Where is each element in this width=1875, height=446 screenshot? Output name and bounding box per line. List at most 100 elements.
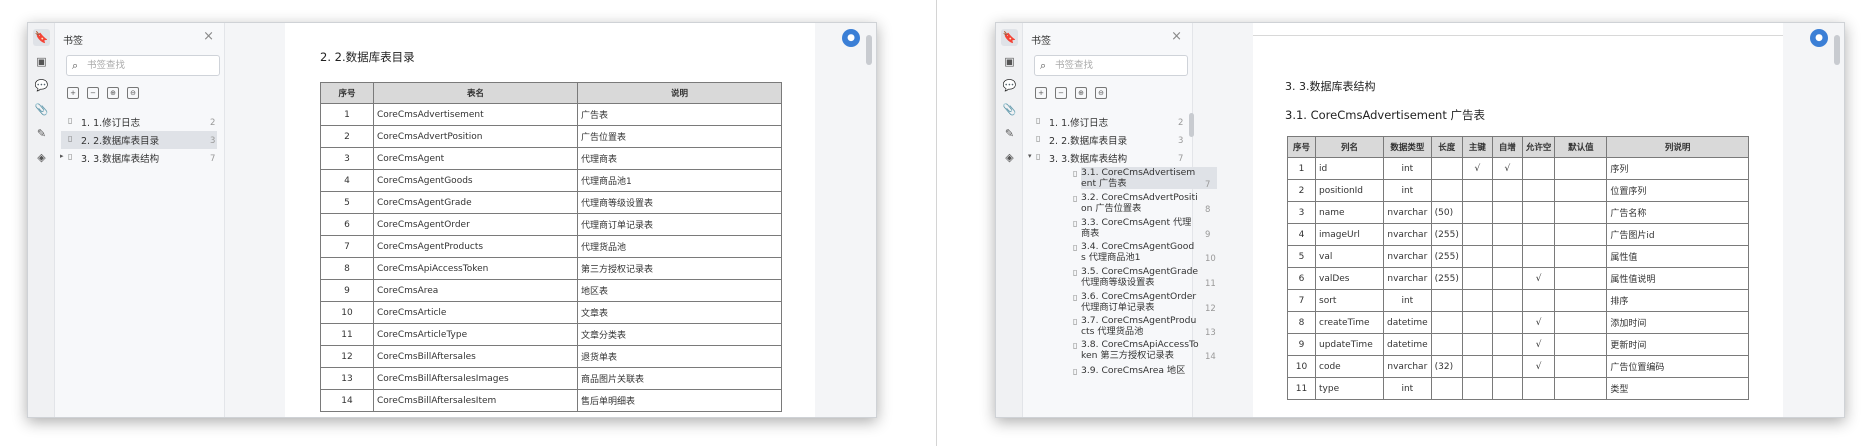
sub-bookmark-item[interactable]: ▯ 3.8. CoreCmsApiAccessToken 第三方授权记录表 14 [1073,339,1217,362]
chevron-down-icon[interactable]: ▾ [1028,152,1032,160]
page-number: 11 [1205,279,1216,289]
column-header: 允许空 [1521,136,1556,158]
bookmark-item[interactable]: ▸ ▯ 3. 3.数据库表结构 7 [60,149,217,167]
layers-icon[interactable]: ◈ [33,149,50,166]
sub-bookmark-label: 3.1. CoreCmsAdvertisement 广告表 [1081,167,1196,189]
table-row: 11 CoreCmsArticleType 文章分类表 [320,323,782,346]
sub-bookmark-item[interactable]: ▯ 3.7. CoreCmsAgentProducts 代理货品池 13 [1073,315,1217,338]
sub-bookmark-item[interactable]: ▯ 3.2. CoreCmsAdvertPosition 广告位置表 8 [1073,192,1217,215]
table-cell [1521,201,1556,224]
table-cell: nvarchar [1383,245,1432,268]
sub-bookmark-item[interactable]: ▯ 3.9. CoreCmsArea 地区 [1073,365,1217,376]
bookmark-icon[interactable]: 🔖 [1001,29,1018,46]
table-cell: id [1315,157,1384,180]
bookmark-item[interactable]: ▯ 2. 2.数据库表目录 3 [1029,131,1185,149]
scrollbar[interactable] [1834,35,1840,65]
expand-all-icon[interactable]: + [67,87,79,99]
table-cell: CoreCmsAgentProducts [373,235,578,258]
table-cell [1554,157,1608,180]
table-heading: 3.1. CoreCmsAdvertisement 广告表 [1285,108,1486,122]
table-cell: datetime [1383,311,1432,334]
comment-icon[interactable]: 💬 [1001,77,1018,94]
attachment-icon[interactable]: 📎 [1001,101,1018,118]
table-cell: 商品图片关联表 [577,367,782,390]
sub-bookmark-item[interactable]: ▯ 3.5. CoreCmsAgentGrade 代理商等级设置表 11 [1073,266,1217,289]
table-cell: int [1383,179,1432,202]
bookmark-search-input[interactable]: ⌕ 书签查找 [66,55,220,76]
delete-bookmark-icon[interactable]: ⊖ [1095,87,1107,99]
sub-bookmark-label: 3.5. CoreCmsAgentGrade 代理商等级设置表 [1081,266,1199,288]
table-cell: 10 [320,301,374,324]
table-cell [1491,377,1523,400]
close-icon[interactable]: × [203,29,214,44]
table-cell [1461,201,1493,224]
bookmark-search-input[interactable]: ⌕ 书签查找 [1034,55,1188,76]
table-cell [1554,355,1608,378]
table-cell: CoreCmsAgentGrade [373,191,578,214]
table-cell [1554,333,1608,356]
table-cell [1430,333,1463,356]
add-bookmark-icon[interactable]: ⊕ [1075,87,1087,99]
comment-icon[interactable]: 💬 [33,77,50,94]
bookmark-item-selected[interactable]: ▯ 2. 2.数据库表目录 3 [61,131,217,149]
table-cell: datetime [1383,333,1432,356]
sub-bookmark-item-selected[interactable]: ▯ 3.1. CoreCmsAdvertisement 广告表 7 [1073,167,1217,190]
attachment-icon[interactable]: 📎 [33,101,50,118]
table-cell: 6 [320,213,374,236]
bookmark-item[interactable]: ▾ ▯ 3. 3.数据库表结构 7 [1028,149,1185,167]
document-icon: ▯ [1073,219,1078,228]
signature-icon[interactable]: ✎ [33,125,50,142]
scrollbar[interactable] [866,35,872,65]
table-cell [1521,245,1556,268]
sub-bookmark-item[interactable]: ▯ 3.4. CoreCmsAgentGoods 代理商品池1 10 [1073,241,1217,264]
signature-icon[interactable]: ✎ [1001,125,1018,142]
table-cell: positionId [1315,179,1384,202]
screenshot-divider [936,0,937,446]
column-header: 列说明 [1606,136,1749,158]
table-cell: valDes [1315,267,1384,290]
collapse-all-icon[interactable]: − [87,87,99,99]
assistant-icon[interactable]: ● [842,29,860,47]
table-cell: 地区表 [577,279,782,302]
delete-bookmark-icon[interactable]: ⊖ [127,87,139,99]
table-cell: 代理商等级设置表 [577,191,782,214]
table-cell: 文章表 [577,301,782,324]
chevron-right-icon[interactable]: ▸ [60,152,64,160]
table-cell: 12 [320,345,374,368]
table-row: 5 val nvarchar (255) 属性值 [1287,245,1749,268]
table-cell [1461,179,1493,202]
collapse-all-icon[interactable]: − [1055,87,1067,99]
table-cell: CoreCmsAdvertisement [373,103,578,126]
table-cell: nvarchar [1383,201,1432,224]
thumbnail-icon[interactable]: ▣ [33,53,50,70]
table-cell: imageUrl [1315,223,1384,246]
expand-all-icon[interactable]: + [1035,87,1047,99]
column-header: 列名 [1315,136,1384,158]
panel-scrollbar[interactable] [1189,113,1194,137]
table-cell: updateTime [1315,333,1384,356]
table-cell: 13 [320,367,374,390]
table-row: 8 createTime datetime √ 添加时间 [1287,311,1749,334]
table-cell: 代理商表 [577,147,782,170]
assistant-icon[interactable]: ● [1810,29,1828,47]
sub-bookmark-item[interactable]: ▯ 3.6. CoreCmsAgentOrder 代理商订单记录表 12 [1073,291,1217,314]
bookmark-panel: 书签 × ⌕ 书签查找 + − ⊕ ⊖ ▯ 1. 1.修订日志 2 ▯ 2. 2.数据库… [1023,23,1217,417]
table-cell: 售后单明细表 [577,389,782,412]
close-icon[interactable]: × [1171,29,1182,44]
table-cell [1554,377,1608,400]
table-cell: CoreCmsArea [373,279,578,302]
bookmark-item[interactable]: ▯ 1. 1.修订日志 2 [1029,113,1185,131]
bookmark-item[interactable]: ▯ 1. 1.修订日志 2 [61,113,217,131]
layers-icon[interactable]: ◈ [1001,149,1018,166]
thumbnail-icon[interactable]: ▣ [1001,53,1018,70]
table-cell: 广告名称 [1606,201,1749,224]
column-header: 说明 [577,82,782,104]
page-number: 12 [1205,304,1216,314]
table-cell: 2 [320,125,374,148]
add-bookmark-icon[interactable]: ⊕ [107,87,119,99]
table-cell: type [1315,377,1384,400]
table-cell: 5 [1287,245,1316,268]
bookmark-icon[interactable]: 🔖 [33,29,50,46]
sub-bookmark-item[interactable]: ▯ 3.3. CoreCmsAgent 代理商表 9 [1073,217,1217,240]
table-cell: (255) [1430,223,1463,246]
